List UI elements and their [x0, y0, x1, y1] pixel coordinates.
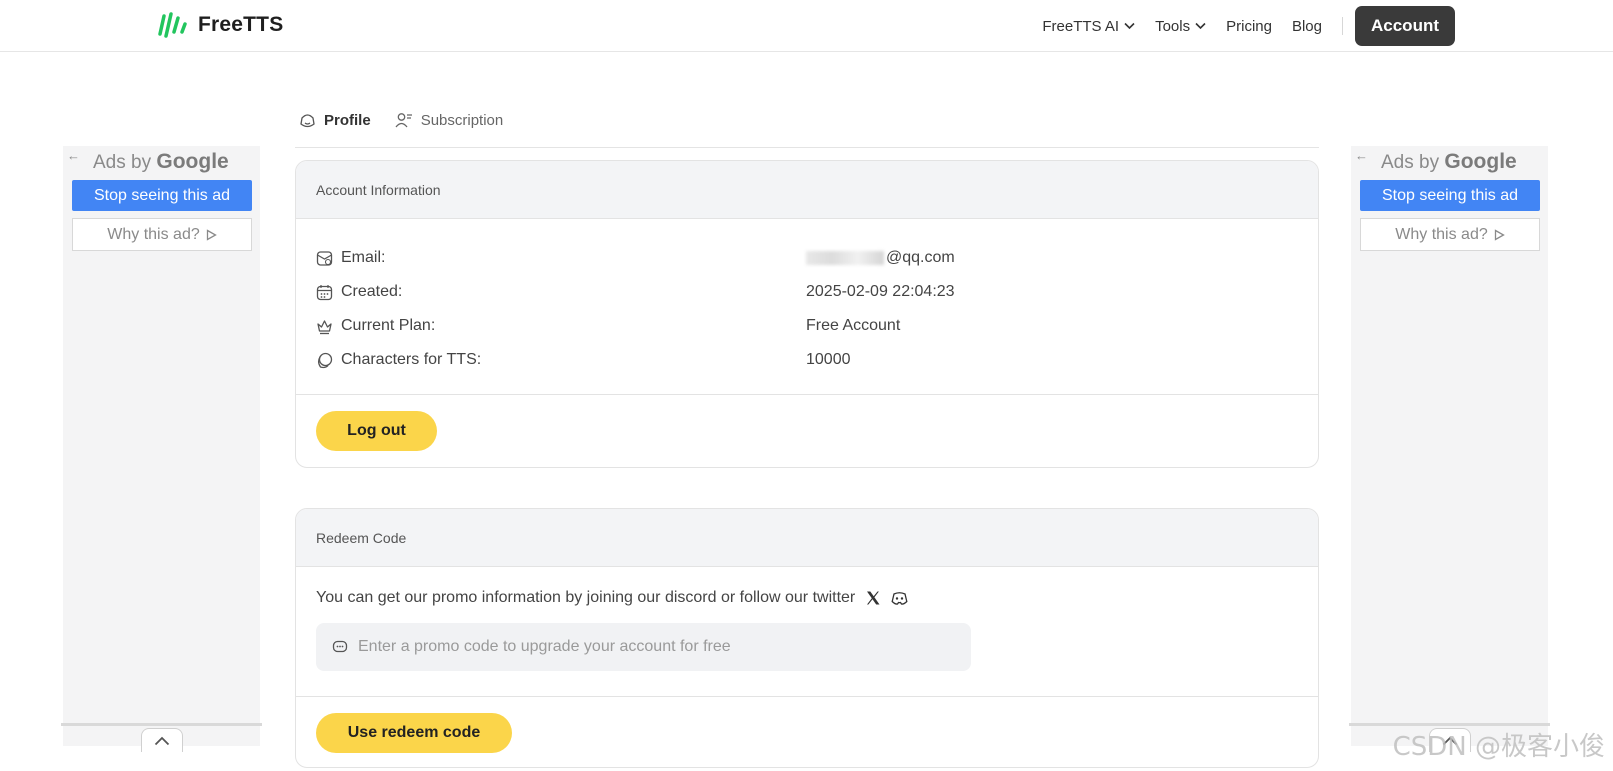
brand-logo[interactable]: FreeTTS [158, 10, 283, 40]
redeem-actions: Use redeem code [296, 697, 1318, 767]
info-row-created: Created: 2025-02-09 22:04:23 [316, 275, 1298, 309]
chevron-down-icon [1124, 22, 1135, 30]
stop-seeing-ad-button[interactable]: Stop seeing this ad [72, 180, 252, 211]
plan-value: Free Account [806, 317, 901, 334]
plan-label-group: Current Plan: [316, 317, 806, 335]
x-twitter-icon[interactable] [865, 590, 881, 606]
discord-icon[interactable] [891, 591, 908, 606]
why-this-ad-button[interactable]: Why this ad? [1360, 218, 1540, 251]
back-arrow-icon[interactable]: ← [67, 148, 80, 163]
nav-blog-label: Blog [1291, 17, 1322, 35]
info-row-characters: Characters for TTS: 10000 [316, 343, 1298, 377]
email-label: Email: [341, 249, 386, 266]
promo-info: You can get our promo information by joi… [316, 589, 1298, 607]
plan-label: Current Plan: [341, 317, 436, 334]
ads-by-google: Ads by Google [1381, 150, 1517, 174]
nav-freetts-ai[interactable]: FreeTTS AI [1042, 18, 1135, 35]
account-button[interactable]: Account [1355, 6, 1455, 46]
created-label: Created: [341, 283, 403, 300]
why-this-ad-label: Why this ad? [1395, 225, 1488, 243]
ads-by-google: Ads by Google [93, 150, 229, 174]
ad-panel-left: ← Ads by Google Stop seeing this ad Why … [61, 146, 262, 752]
created-value: 2025-02-09 22:04:23 [806, 283, 955, 300]
nav-freetts-ai-label: FreeTTS AI [1042, 17, 1120, 35]
google-wordmark: Google [1444, 150, 1517, 173]
why-this-ad-label: Why this ad? [107, 225, 200, 243]
nav-tools[interactable]: Tools [1155, 18, 1206, 35]
nav-divider [1342, 17, 1343, 35]
logout-button[interactable]: Log out [316, 411, 437, 451]
message-bubble-icon [332, 640, 348, 653]
chat-bubbles-icon [317, 352, 333, 368]
characters-value: 10000 [806, 351, 851, 368]
collapse-ad-button[interactable] [141, 728, 183, 752]
ad-panel-right: ← Ads by Google Stop seeing this ad Why … [1349, 146, 1550, 752]
profile-tabs: Profile Subscription [295, 100, 1319, 148]
use-redeem-code-button[interactable]: Use redeem code [316, 713, 512, 753]
freetts-logo-icon [158, 12, 187, 38]
email-value-text: @qq.com [886, 249, 955, 266]
account-info-list: Email: @qq.com Created: 2025-02-09 22:04… [296, 219, 1318, 395]
characters-label: Characters for TTS: [341, 351, 482, 368]
account-information-card: Account Information Email: @qq.com Creat… [295, 160, 1319, 468]
crown-icon [317, 319, 332, 334]
chevron-down-icon [1195, 22, 1206, 30]
chevron-up-icon [154, 736, 170, 745]
account-card-title: Account Information [296, 161, 1318, 219]
nav-pricing-label: Pricing [1226, 17, 1272, 35]
ad-divider [61, 723, 262, 726]
info-row-plan: Current Plan: Free Account [316, 309, 1298, 343]
play-triangle-icon [206, 228, 217, 241]
tab-profile-label: Profile [324, 112, 371, 129]
brand-name: FreeTTS [198, 13, 284, 36]
main-nav: FreeTTS AI Tools Pricing Blog Account [1042, 0, 1613, 52]
promo-code-field[interactable] [316, 623, 971, 671]
nav-pricing[interactable]: Pricing [1226, 18, 1272, 35]
calendar-icon [316, 284, 333, 300]
created-label-group: Created: [316, 283, 806, 301]
ads-by-label: Ads by [1381, 152, 1440, 173]
email-value: @qq.com [806, 249, 955, 267]
top-navigation-bar: FreeTTS FreeTTS AI Tools Pricing Blog Ac… [0, 0, 1613, 52]
back-arrow-icon[interactable]: ← [1355, 148, 1368, 163]
info-row-email: Email: @qq.com [316, 241, 1298, 275]
tab-profile[interactable]: Profile [299, 112, 371, 135]
redeem-body: You can get our promo information by joi… [296, 567, 1318, 697]
account-actions: Log out [296, 395, 1318, 467]
tab-subscription[interactable]: Subscription [395, 112, 504, 135]
google-wordmark: Google [156, 150, 229, 173]
nav-tools-label: Tools [1155, 17, 1191, 35]
smile-face-icon [300, 114, 315, 128]
redeem-code-card: Redeem Code You can get our promo inform… [295, 508, 1319, 768]
promo-info-text: You can get our promo information by joi… [316, 589, 856, 606]
why-this-ad-button[interactable]: Why this ad? [72, 218, 252, 251]
user-list-icon [395, 113, 412, 128]
tab-subscription-label: Subscription [420, 112, 504, 129]
play-triangle-icon [1494, 228, 1505, 241]
promo-code-input[interactable] [358, 638, 948, 656]
obscured-email-prefix [806, 250, 884, 265]
mail-icon [316, 250, 333, 266]
nav-blog[interactable]: Blog [1292, 18, 1322, 35]
stop-seeing-ad-button[interactable]: Stop seeing this ad [1360, 180, 1540, 211]
redeem-card-title: Redeem Code [296, 509, 1318, 567]
characters-label-group: Characters for TTS: [316, 351, 806, 369]
csdn-watermark: CSDN @极客小俊 [1392, 732, 1605, 762]
ads-by-label: Ads by [93, 152, 152, 173]
email-label-group: Email: [316, 249, 806, 267]
